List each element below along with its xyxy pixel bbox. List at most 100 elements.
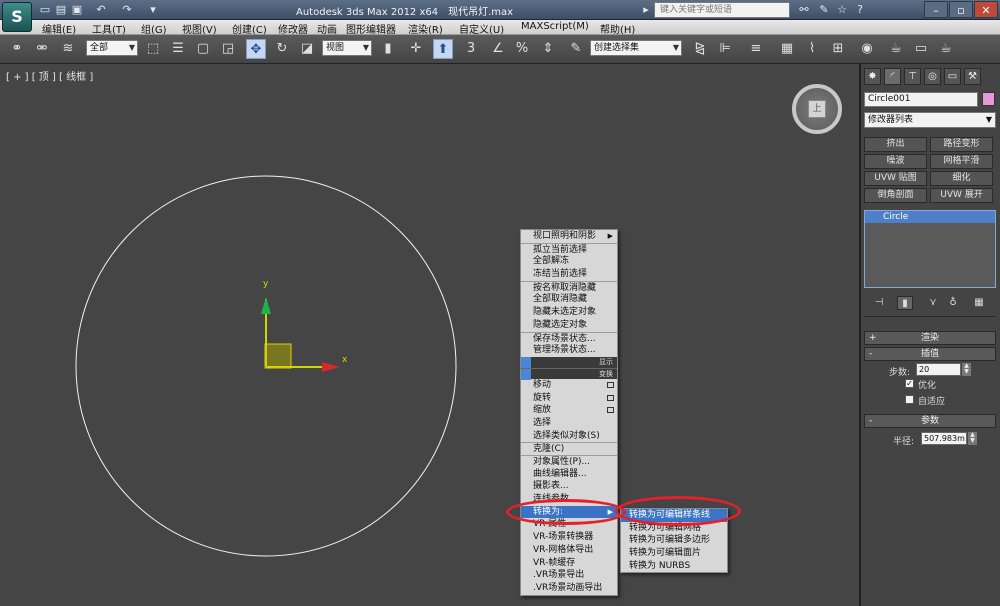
snaps-toggle-icon[interactable]: 3 [461,39,481,59]
quad-item-select[interactable]: 选择 [521,417,617,430]
modifier-button-path-deform[interactable]: 路径变形 [930,137,993,152]
quad-item-clone[interactable]: 克隆(C) [521,442,617,455]
menu-tools[interactable]: 工具(T) [92,21,126,36]
render-setup-icon[interactable]: ☕ [886,39,906,59]
configure-modifier-sets-icon[interactable]: ▦ [971,296,987,310]
quad-item-vr-frame-buffer[interactable]: VR-帧缓存 [521,557,617,570]
search-arrow-icon[interactable]: ▸ [638,2,654,18]
object-name-input[interactable]: Circle001 [864,92,978,107]
menu-help[interactable]: 帮助(H) [600,21,635,36]
convert-to-editable-patch[interactable]: 转换为可编辑面片 [621,547,727,560]
percent-snap-icon[interactable]: % [512,39,532,59]
named-selection-dropdown[interactable]: 创建选择集 ▼ [590,40,682,56]
settings-box-icon[interactable] [607,394,614,401]
select-object-icon[interactable]: ⬚ [143,39,163,59]
maximize-icon[interactable]: ▫ [949,1,973,18]
modifier-button-uvw-map[interactable]: UVW 贴图 [864,171,927,186]
binoculars-icon[interactable]: ⚯ [796,2,812,18]
menu-group[interactable]: 组(G) [141,21,167,36]
convert-to-nurbs[interactable]: 转换为 NURBS [621,560,727,573]
modify-tab-icon[interactable]: ◜ [884,68,901,85]
utilities-tab-icon[interactable]: ⚒ [964,68,981,85]
unlink-icon[interactable]: ⚮ [32,39,52,59]
keyboard-shortcut-override-icon[interactable]: ⬆ [433,39,453,59]
modifier-button-tessellate[interactable]: 细化 [930,171,993,186]
select-and-rotate-icon[interactable]: ↻ [272,39,292,59]
settings-box-icon[interactable] [607,407,614,414]
communication-icon[interactable]: ✎ [816,2,832,18]
quad-item-save-scene-state[interactable]: 保存场景状态... [521,331,617,345]
minimize-icon[interactable]: – [924,1,948,18]
edit-named-selection-icon[interactable]: ✎ [566,39,586,59]
quad-item-hide-unselected[interactable]: 隐藏未选定对象 [521,306,617,319]
quad-item-unhide-by-name[interactable]: 按名称取消隐藏 [521,280,617,294]
object-color-swatch[interactable] [982,92,995,106]
quad-item-hide-selected[interactable]: 隐藏选定对象 [521,319,617,332]
menu-views[interactable]: 视图(V) [182,21,217,36]
angle-snap-icon[interactable]: ∠ [488,39,508,59]
menu-create[interactable]: 创建(C) [232,21,267,36]
select-by-name-icon[interactable]: ☰ [168,39,188,59]
align-icon[interactable]: ⊫ [715,39,735,59]
rectangular-selection-icon[interactable]: ▢ [193,39,213,59]
viewport-top[interactable]: [ + ] [ 顶 ] [ 线框 ] 上 y x [0,64,860,606]
remove-modifier-icon[interactable]: ♁ [945,296,961,310]
graphite-tools-icon[interactable]: ▦ [777,39,797,59]
settings-box-icon[interactable] [607,381,614,388]
make-unique-icon[interactable]: ⋎ [925,296,941,310]
reference-coordinate-dropdown[interactable]: 视图 ▼ [322,40,372,56]
gizmo-y-arrow[interactable] [261,297,271,314]
quad-item-curve-editor[interactable]: 曲线编辑器... [521,468,617,481]
material-editor-icon[interactable]: ◉ [857,39,877,59]
select-and-scale-icon[interactable]: ◪ [297,39,317,59]
quad-item-vr-mesh-export[interactable]: VR-网格体导出 [521,544,617,557]
quad-item-vr-scene-anim-export[interactable]: .VR场景动画导出 [521,582,617,595]
rollout-rendering[interactable]: + 渲染 [864,331,996,345]
display-tab-icon[interactable]: ▭ [944,68,961,85]
modifier-stack[interactable]: Circle [864,210,996,288]
optimize-checkbox[interactable]: ✓ [905,379,914,388]
spinner-snap-icon[interactable]: ⇕ [538,39,558,59]
rollout-interpolation[interactable]: - 插值 [864,347,996,361]
modifier-list-dropdown[interactable]: 修改器列表 ▼ [864,112,996,128]
quad-item-viewport-lighting[interactable]: 视口照明和阴影 ▶ [521,230,617,243]
quad-item-isolate[interactable]: 孤立当前选择 [521,242,617,256]
hierarchy-tab-icon[interactable]: ⊤ [904,68,921,85]
quad-item-dope-sheet[interactable]: 摄影表... [521,480,617,493]
bind-space-warp-icon[interactable]: ≋ [58,39,78,59]
quad-item-scale[interactable]: 缩放 [521,404,617,417]
create-tab-icon[interactable]: ✸ [864,68,881,85]
steps-spinner[interactable]: 20 ▲ ▼ [916,363,971,376]
open-file-icon[interactable]: ▤ [54,3,68,17]
pin-stack-icon[interactable]: ⊣ [871,296,887,310]
link-icon[interactable]: ⚭ [7,39,27,59]
search-input[interactable]: 键入关键字或短语 [654,2,790,18]
render-production-icon[interactable]: ☕ [936,39,956,59]
rendered-frame-window-icon[interactable]: ▭ [911,39,931,59]
rollout-parameters[interactable]: - 参数 [864,414,996,428]
quick-access-dropdown-icon[interactable]: ▾ [146,3,160,17]
modifier-button-bevel-profile[interactable]: 倒角剖面 [864,188,927,203]
schematic-view-icon[interactable]: ⊞ [828,39,848,59]
gizmo-x-arrow[interactable] [322,362,340,372]
menu-edit[interactable]: 编辑(E) [42,21,76,36]
menu-modifiers[interactable]: 修改器 [278,21,308,36]
quad-item-rotate[interactable]: 旋转 [521,392,617,405]
menu-customize[interactable]: 自定义(U) [459,21,504,36]
menu-rendering[interactable]: 渲染(R) [408,21,443,36]
menu-animation[interactable]: 动画 [317,21,337,36]
quad-item-unfreeze-all[interactable]: 全部解冻 [521,255,617,268]
stack-item-circle[interactable]: Circle [865,211,995,223]
redo-icon[interactable]: ↷ [120,3,134,17]
mirror-icon[interactable]: ⧎ [690,39,710,59]
quad-item-move[interactable]: 移动 [521,379,617,392]
select-and-move-icon[interactable]: ✥ [246,39,266,59]
undo-icon[interactable]: ↶ [94,3,108,17]
favorites-icon[interactable]: ☆ [834,2,850,18]
show-end-result-icon[interactable]: ▮ [897,296,913,310]
app-logo-button[interactable]: S [2,2,32,32]
select-manipulate-icon[interactable]: ✛ [406,39,426,59]
quad-item-unhide-all[interactable]: 全部取消隐藏 [521,293,617,306]
modifier-button-noise[interactable]: 噪波 [864,154,927,169]
quad-item-object-properties[interactable]: 对象属性(P)... [521,455,617,468]
